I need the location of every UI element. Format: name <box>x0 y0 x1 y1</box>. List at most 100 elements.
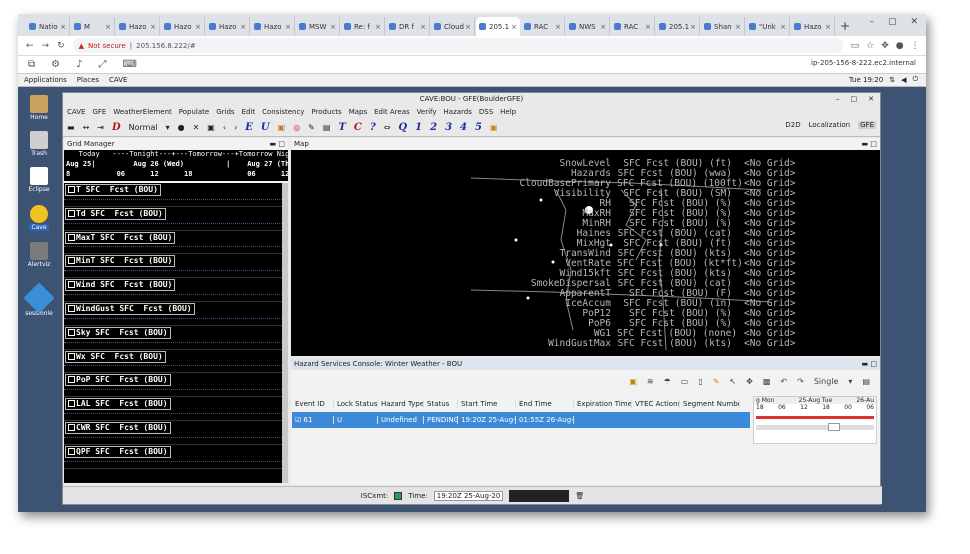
menu-item-verify[interactable]: Verify <box>417 108 437 116</box>
grid-checkbox[interactable] <box>68 352 75 360</box>
desktop-icon-home[interactable]: Home <box>24 95 54 121</box>
settings-icon[interactable]: ⚙ <box>51 59 60 70</box>
new-tab-button[interactable]: + <box>840 17 850 36</box>
desktop-icon-trash[interactable]: Trash <box>24 131 54 157</box>
perspective-gfe[interactable]: GFE <box>858 121 876 129</box>
map-tool-icon[interactable]: ▩ <box>763 377 771 386</box>
time-value[interactable]: 19:20Z 25-Aug-20 <box>433 490 504 501</box>
browser-tab[interactable]: Re: f × <box>341 17 385 36</box>
browser-tab[interactable]: DR f × <box>386 17 430 36</box>
desktop-icon-alertviz[interactable]: Alertviz <box>24 242 54 268</box>
grid-checkbox[interactable] <box>68 400 75 408</box>
timeline-event-bar[interactable] <box>756 416 874 419</box>
grid-timeline-track[interactable] <box>64 412 282 419</box>
q-button-2[interactable]: 2 <box>430 122 437 133</box>
pan-icon[interactable]: ✥ <box>746 377 753 386</box>
grid-checkbox[interactable] <box>68 209 75 217</box>
hazard-icon[interactable]: ▣ <box>278 123 286 132</box>
panel-controls[interactable]: ▬ □ <box>270 138 285 150</box>
volume-icon[interactable]: ◀ <box>901 76 906 84</box>
cave-maximize-button[interactable]: □ <box>851 93 858 106</box>
desktop-icon-session[interactable]: sessionle <box>23 282 55 317</box>
grid-checkbox[interactable] <box>68 233 75 241</box>
u-icon[interactable]: U <box>261 122 270 133</box>
close-icon[interactable]: × <box>645 23 651 31</box>
table-row[interactable]: ☑ 61UUndefinedPENDING19:20Z 25-Aug-2001:… <box>292 412 750 428</box>
grid-label[interactable]: T SFC Fcst (BOU) <box>65 184 161 196</box>
menu-item-edit[interactable]: Edit <box>242 108 256 116</box>
browser-tab[interactable]: Hazo × <box>116 17 160 36</box>
help-q-icon[interactable]: ? <box>370 122 376 133</box>
grid-timeline-track[interactable] <box>64 317 282 324</box>
browser-tab[interactable]: Hazo × <box>206 17 250 36</box>
d-icon[interactable]: D <box>112 122 121 133</box>
desktop-icon-cave[interactable]: Cave <box>24 205 54 231</box>
grid-row[interactable]: Sky SFC Fcst (BOU) <box>64 326 282 350</box>
extension-icon[interactable]: ✥ <box>881 41 889 51</box>
star-icon[interactable]: ☆ <box>866 41 874 51</box>
minimize-button[interactable]: – <box>869 17 874 27</box>
keyboard-icon[interactable]: ⌨ <box>123 59 137 70</box>
browser-tab[interactable]: 205.1 × <box>656 17 700 36</box>
cast-icon[interactable]: ▭ <box>851 41 860 51</box>
save-icon[interactable]: ▣ <box>207 123 215 132</box>
crosshair-icon[interactable]: ✕ <box>193 123 200 132</box>
close-icon[interactable]: × <box>420 23 426 31</box>
grid-checkbox[interactable] <box>68 186 75 193</box>
power-icon[interactable]: ⏻ <box>912 75 918 84</box>
trash-icon[interactable]: 🗑 <box>575 492 584 500</box>
q-button-4[interactable]: 4 <box>460 122 467 133</box>
column-header[interactable]: End Time <box>516 400 574 408</box>
map-canvas[interactable]: SnowLevel SFC Fcst (BOU) (ft) <No Grid> Haz… <box>291 150 880 356</box>
maximize-button[interactable]: ▢ <box>888 17 897 27</box>
browser-tab[interactable]: Shan × <box>701 17 745 36</box>
close-icon[interactable]: × <box>330 23 336 31</box>
grid-checkbox[interactable] <box>68 281 75 289</box>
close-icon[interactable]: × <box>600 23 606 31</box>
close-button[interactable]: ✕ <box>910 17 918 27</box>
close-icon[interactable]: × <box>285 23 291 31</box>
grid-label[interactable]: Wx SFC Fcst (BOU) <box>65 350 166 363</box>
grid-timescale[interactable]: Today ----Tonight---+---Tomorrow---+Tomo… <box>64 150 288 181</box>
cave-minimize-button[interactable]: – <box>836 93 840 106</box>
close-icon[interactable]: × <box>240 23 246 31</box>
column-header[interactable]: Expiration Time <box>574 400 632 408</box>
browser-tab[interactable]: Hazo × <box>161 17 205 36</box>
browser-tab[interactable]: MSW × <box>296 17 340 36</box>
grid-label[interactable]: Td SFC Fcst (BOU) <box>65 207 166 220</box>
redo-icon[interactable]: ↷ <box>797 377 804 386</box>
menu-item-hazards[interactable]: Hazards <box>444 108 472 116</box>
grid-label[interactable]: CWR SFC Fcst (BOU) <box>65 421 171 434</box>
e-icon[interactable]: E <box>245 122 253 133</box>
chart-icon[interactable]: ▤ <box>323 123 331 132</box>
grid-row[interactable]: Wind SFC Fcst (BOU) <box>64 278 282 302</box>
reorder-icon[interactable]: ⇔ <box>384 123 391 132</box>
avatar[interactable]: ● <box>896 41 904 51</box>
new-hazard-icon[interactable]: ▣ <box>629 377 637 386</box>
close-icon[interactable]: × <box>690 23 696 31</box>
close-icon[interactable]: × <box>150 23 156 31</box>
browser-tab[interactable]: Natio × <box>26 17 70 36</box>
map-panel-controls[interactable]: ▬ □ <box>862 138 877 150</box>
cave-menu[interactable]: CAVE <box>109 76 127 84</box>
menu-item-weatherelement[interactable]: WeatherElement <box>113 108 171 116</box>
grid-timeline-track[interactable] <box>64 365 282 371</box>
edit-pencil-icon[interactable]: ✎ <box>713 377 720 386</box>
hazard-panel-controls[interactable]: ▬ □ <box>862 358 877 370</box>
close-icon[interactable]: × <box>465 23 471 31</box>
browser-tab[interactable]: 205.1 × <box>476 17 520 36</box>
grid-row[interactable]: LAL SFC Fcst (BOU) <box>64 397 282 421</box>
close-icon[interactable]: × <box>780 23 786 31</box>
column-header[interactable]: Lock Status <box>334 400 378 408</box>
column-header[interactable]: VTEC Actions <box>632 400 680 408</box>
grid-timeline-track[interactable] <box>64 460 282 467</box>
menu-item-grids[interactable]: Grids <box>216 108 234 116</box>
column-header[interactable]: Status <box>424 400 458 408</box>
hazard-timeline[interactable]: g Mon 25-Aug Tue 26-Au 18 06 12 18 00 06 <box>753 396 877 444</box>
menu-item-help[interactable]: Help <box>500 108 516 116</box>
grid-row[interactable]: Wx SFC Fcst (BOU) <box>64 350 282 374</box>
row-checkbox[interactable]: ☑ <box>295 416 304 424</box>
close-icon[interactable]: × <box>375 23 381 31</box>
close-icon[interactable]: × <box>825 23 831 31</box>
grid-timeline-track[interactable] <box>64 270 282 276</box>
